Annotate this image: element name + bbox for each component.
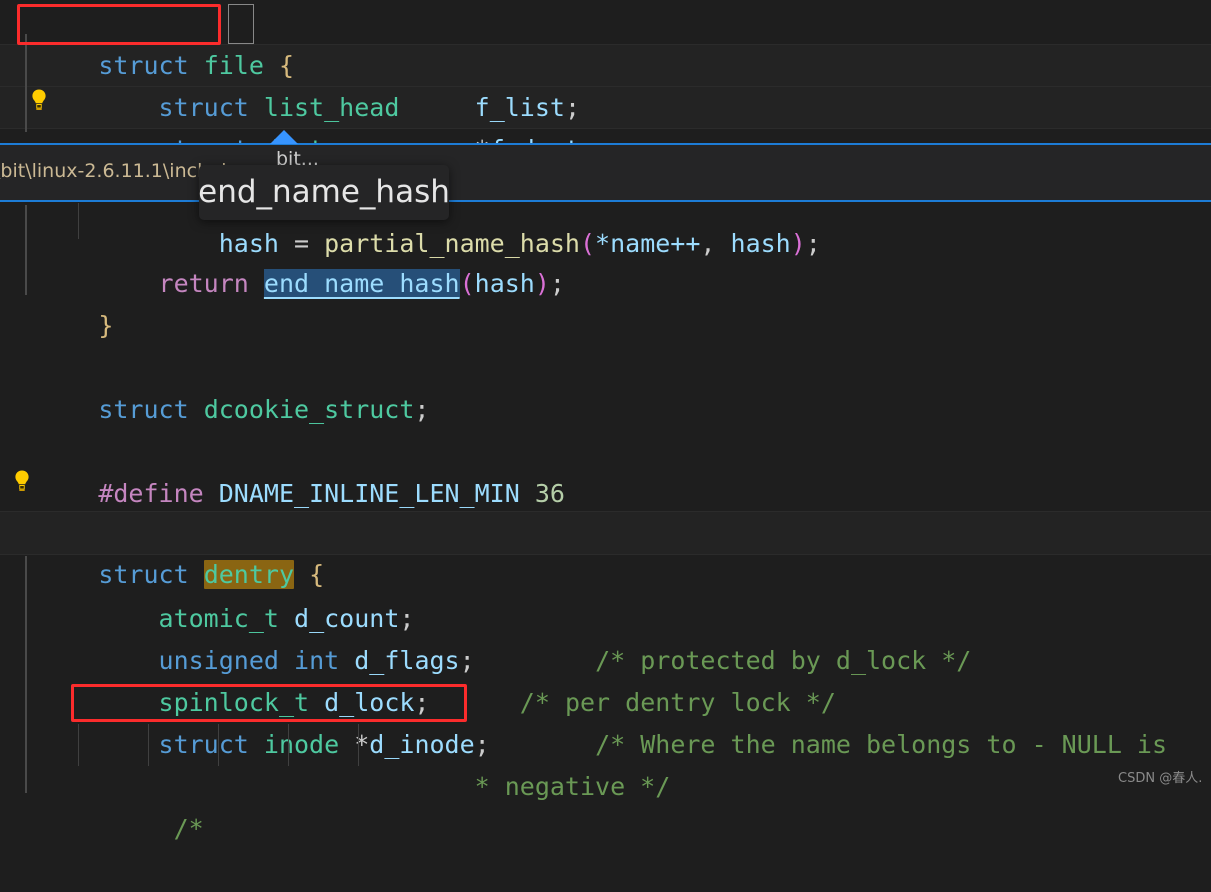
- token-open-paren: (: [459, 269, 475, 298]
- token-comment-negative: * negative */: [474, 772, 671, 801]
- lightbulb-icon[interactable]: [11, 469, 33, 493]
- editor-screenshot: struct file { struct list_head f_list; s…: [0, 0, 1211, 843]
- token-open-paren: (: [579, 229, 596, 258]
- token-link-end-name-hash[interactable]: end_name_hash: [263, 269, 460, 298]
- token-type-dcookie-struct: dcookie_struct: [203, 395, 415, 424]
- code-line-d-count: atomic_t d_count;: [8, 556, 415, 633]
- hover-tooltip: end_name_hash: [198, 165, 450, 220]
- token-comment-where-the-name-belongs: /* Where the name belongs to - NULL is: [595, 730, 1168, 759]
- code-line-close-brace: }: [8, 263, 113, 340]
- token-macro-name: DNAME_INLINE_LEN_MIN: [218, 479, 520, 508]
- token-keyword-return: return: [158, 269, 249, 298]
- code-line-d-inode: struct inode *d_inode; /* Where the name…: [8, 682, 1168, 759]
- code-line-define-dname: #define DNAME_INLINE_LEN_MIN 36: [8, 431, 565, 508]
- token-macro-define: #define: [98, 479, 204, 508]
- token-semicolon: ;: [549, 269, 565, 298]
- code-line-d-lock: spinlock_t d_lock; /* per dentry lock */: [8, 640, 836, 717]
- token-semicolon: ;: [414, 395, 430, 424]
- watermark: CSDN @春人.: [1118, 771, 1203, 786]
- code-line-d-flags: unsigned int d_flags; /* protected by d_…: [8, 598, 972, 675]
- token-keyword-struct: struct: [98, 395, 189, 424]
- code-line-comment-open: /*: [8, 766, 204, 843]
- token-comma: ,: [700, 229, 731, 258]
- token-close-paren: ): [790, 229, 806, 258]
- code-line-struct-dentry: struct dentry {: [8, 512, 324, 589]
- token-arg-name: *name++: [595, 229, 701, 258]
- lightbulb-glyph: [15, 470, 29, 491]
- code-line-dcookie-struct: struct dcookie_struct;: [8, 347, 429, 424]
- token-comment-open: /*: [173, 814, 204, 843]
- token-arg-hash: hash: [730, 229, 791, 258]
- token-close-paren: ): [534, 269, 550, 298]
- token-close-brace: }: [98, 311, 114, 340]
- token-semicolon: ;: [805, 229, 821, 258]
- token-arg-hash: hash: [474, 269, 535, 298]
- token-number-36: 36: [534, 479, 565, 508]
- hover-tooltip-label: end_name_hash: [198, 174, 450, 210]
- code-line-return-end-name-hash: return end_name_hash(hash);: [8, 221, 565, 298]
- peek-body-code: hash = partial_name_hash(*name++, hash);…: [0, 0, 1211, 843]
- code-line-negative-comment: * negative */: [8, 724, 671, 801]
